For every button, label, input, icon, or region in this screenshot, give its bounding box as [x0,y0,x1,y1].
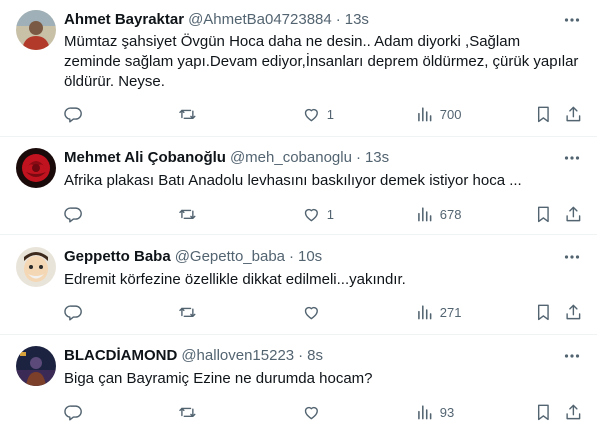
more-dots-icon[interactable] [561,148,583,168]
views-count: 271 [439,304,462,320]
bookmark-button[interactable] [534,204,553,224]
tweet[interactable]: Geppetto Baba @Gepetto_baba · 10s Edremit k… [0,235,597,334]
author-name[interactable]: Geppetto Baba [64,248,171,265]
more-dots-icon[interactable] [561,346,583,366]
separator-dot: · [289,248,294,265]
separator-dot: · [335,11,341,28]
retweet-icon [178,403,197,422]
reply-button[interactable] [64,402,89,422]
like-count: 1 [326,106,334,122]
tweet[interactable]: Ahmet Bayraktar @AhmetBa04723884 · 13s Mümt… [0,0,597,136]
share-button[interactable] [564,402,583,422]
avatar[interactable] [16,148,56,188]
share-icon [564,303,583,322]
views-count: 700 [439,106,462,122]
bookmark-icon [534,105,553,124]
views-button[interactable]: 700 [415,104,461,124]
views-count: 93 [439,404,455,420]
reply-button[interactable] [64,302,89,322]
tweet[interactable]: BLACDİAMOND @halloven15223 · 8s Biga çan Ba… [0,335,597,438]
tweet-text: Biga çan Bayramiç Ezine ne durumda hocam… [64,370,373,387]
avatar[interactable] [16,247,56,287]
heart-icon [302,105,321,124]
bookmark-icon [534,303,553,322]
more-dots-icon[interactable] [561,247,583,267]
reply-icon [64,403,83,422]
reply-feed: Ahmet Bayraktar @AhmetBa04723884 · 13s Mümt… [0,0,597,438]
like-button[interactable] [302,302,327,322]
timestamp[interactable]: 13s [365,149,389,166]
author-handle[interactable]: @Gepetto_baba [175,248,285,265]
tweet-text: Edremit körfezine özellikle dikkat edilm… [64,271,406,288]
author-handle[interactable]: @halloven15223 [181,347,294,364]
tweet-text: Afrika plakası Batı Anadolu levhasını ba… [64,172,522,189]
reply-button[interactable] [64,104,89,124]
heart-icon [302,205,321,224]
reply-icon [64,303,83,322]
views-button[interactable]: 93 [415,402,454,422]
like-button[interactable]: 1 [302,104,334,124]
author-handle[interactable]: @meh_cobanoglu [230,149,352,166]
reply-button[interactable] [64,204,89,224]
share-button[interactable] [564,104,583,124]
bookmark-button[interactable] [534,104,553,124]
bookmark-button[interactable] [534,302,553,322]
heart-icon [302,303,321,322]
more-dots-icon[interactable] [561,10,583,30]
timestamp[interactable]: 8s [307,347,323,364]
tweet-header: Geppetto Baba @Gepetto_baba · 10s [64,247,322,267]
retweet-icon [178,205,197,224]
separator-dot: · [355,149,361,166]
tweet-actions: 1 678 [64,204,584,224]
bookmark-icon [534,403,553,422]
views-button[interactable]: 678 [415,204,461,224]
bookmark-button[interactable] [534,402,553,422]
views-count: 678 [439,206,462,222]
tweet-actions: 93 [64,402,584,422]
reply-icon [64,105,83,124]
share-icon [564,205,583,224]
views-button[interactable]: 271 [415,302,461,322]
heart-icon [302,403,321,422]
avatar[interactable] [16,10,56,50]
bookmark-icon [534,205,553,224]
tweet[interactable]: Mehmet Ali Çobanoğlu @meh_cobanoglu · 13s A… [0,137,597,234]
retweet-button[interactable] [178,302,203,322]
author-name[interactable]: Ahmet Bayraktar [64,11,184,28]
like-count: 1 [326,206,334,222]
timestamp[interactable]: 10s [298,248,322,265]
tweet-actions: 1 700 [64,104,584,124]
share-icon [564,105,583,124]
tweet-actions: 271 [64,302,584,322]
share-button[interactable] [564,302,583,322]
retweet-button[interactable] [178,402,203,422]
share-icon [564,403,583,422]
tweet-text: Mümtaz şahsiyet Övgün Hoca daha ne desin… [64,33,579,90]
author-handle[interactable]: @AhmetBa04723884 [188,11,332,28]
views-chart-icon [415,105,434,124]
reply-icon [64,205,83,224]
share-button[interactable] [564,204,583,224]
retweet-icon [178,303,197,322]
timestamp[interactable]: 13s [345,11,369,28]
tweet-header: BLACDİAMOND @halloven15223 · 8s [64,346,323,366]
separator-dot: · [298,347,304,364]
tweet-header: Ahmet Bayraktar @AhmetBa04723884 · 13s [64,10,369,30]
views-chart-icon [415,205,434,224]
like-button[interactable]: 1 [302,204,334,224]
retweet-icon [178,105,197,124]
author-name[interactable]: BLACDİAMOND [64,347,177,364]
views-chart-icon [415,403,434,422]
like-button[interactable] [302,402,327,422]
views-chart-icon [415,303,434,322]
tweet-header: Mehmet Ali Çobanoğlu @meh_cobanoglu · 13s [64,148,389,168]
retweet-button[interactable] [178,104,203,124]
retweet-button[interactable] [178,204,203,224]
avatar[interactable] [16,346,56,386]
author-name[interactable]: Mehmet Ali Çobanoğlu [64,149,226,166]
